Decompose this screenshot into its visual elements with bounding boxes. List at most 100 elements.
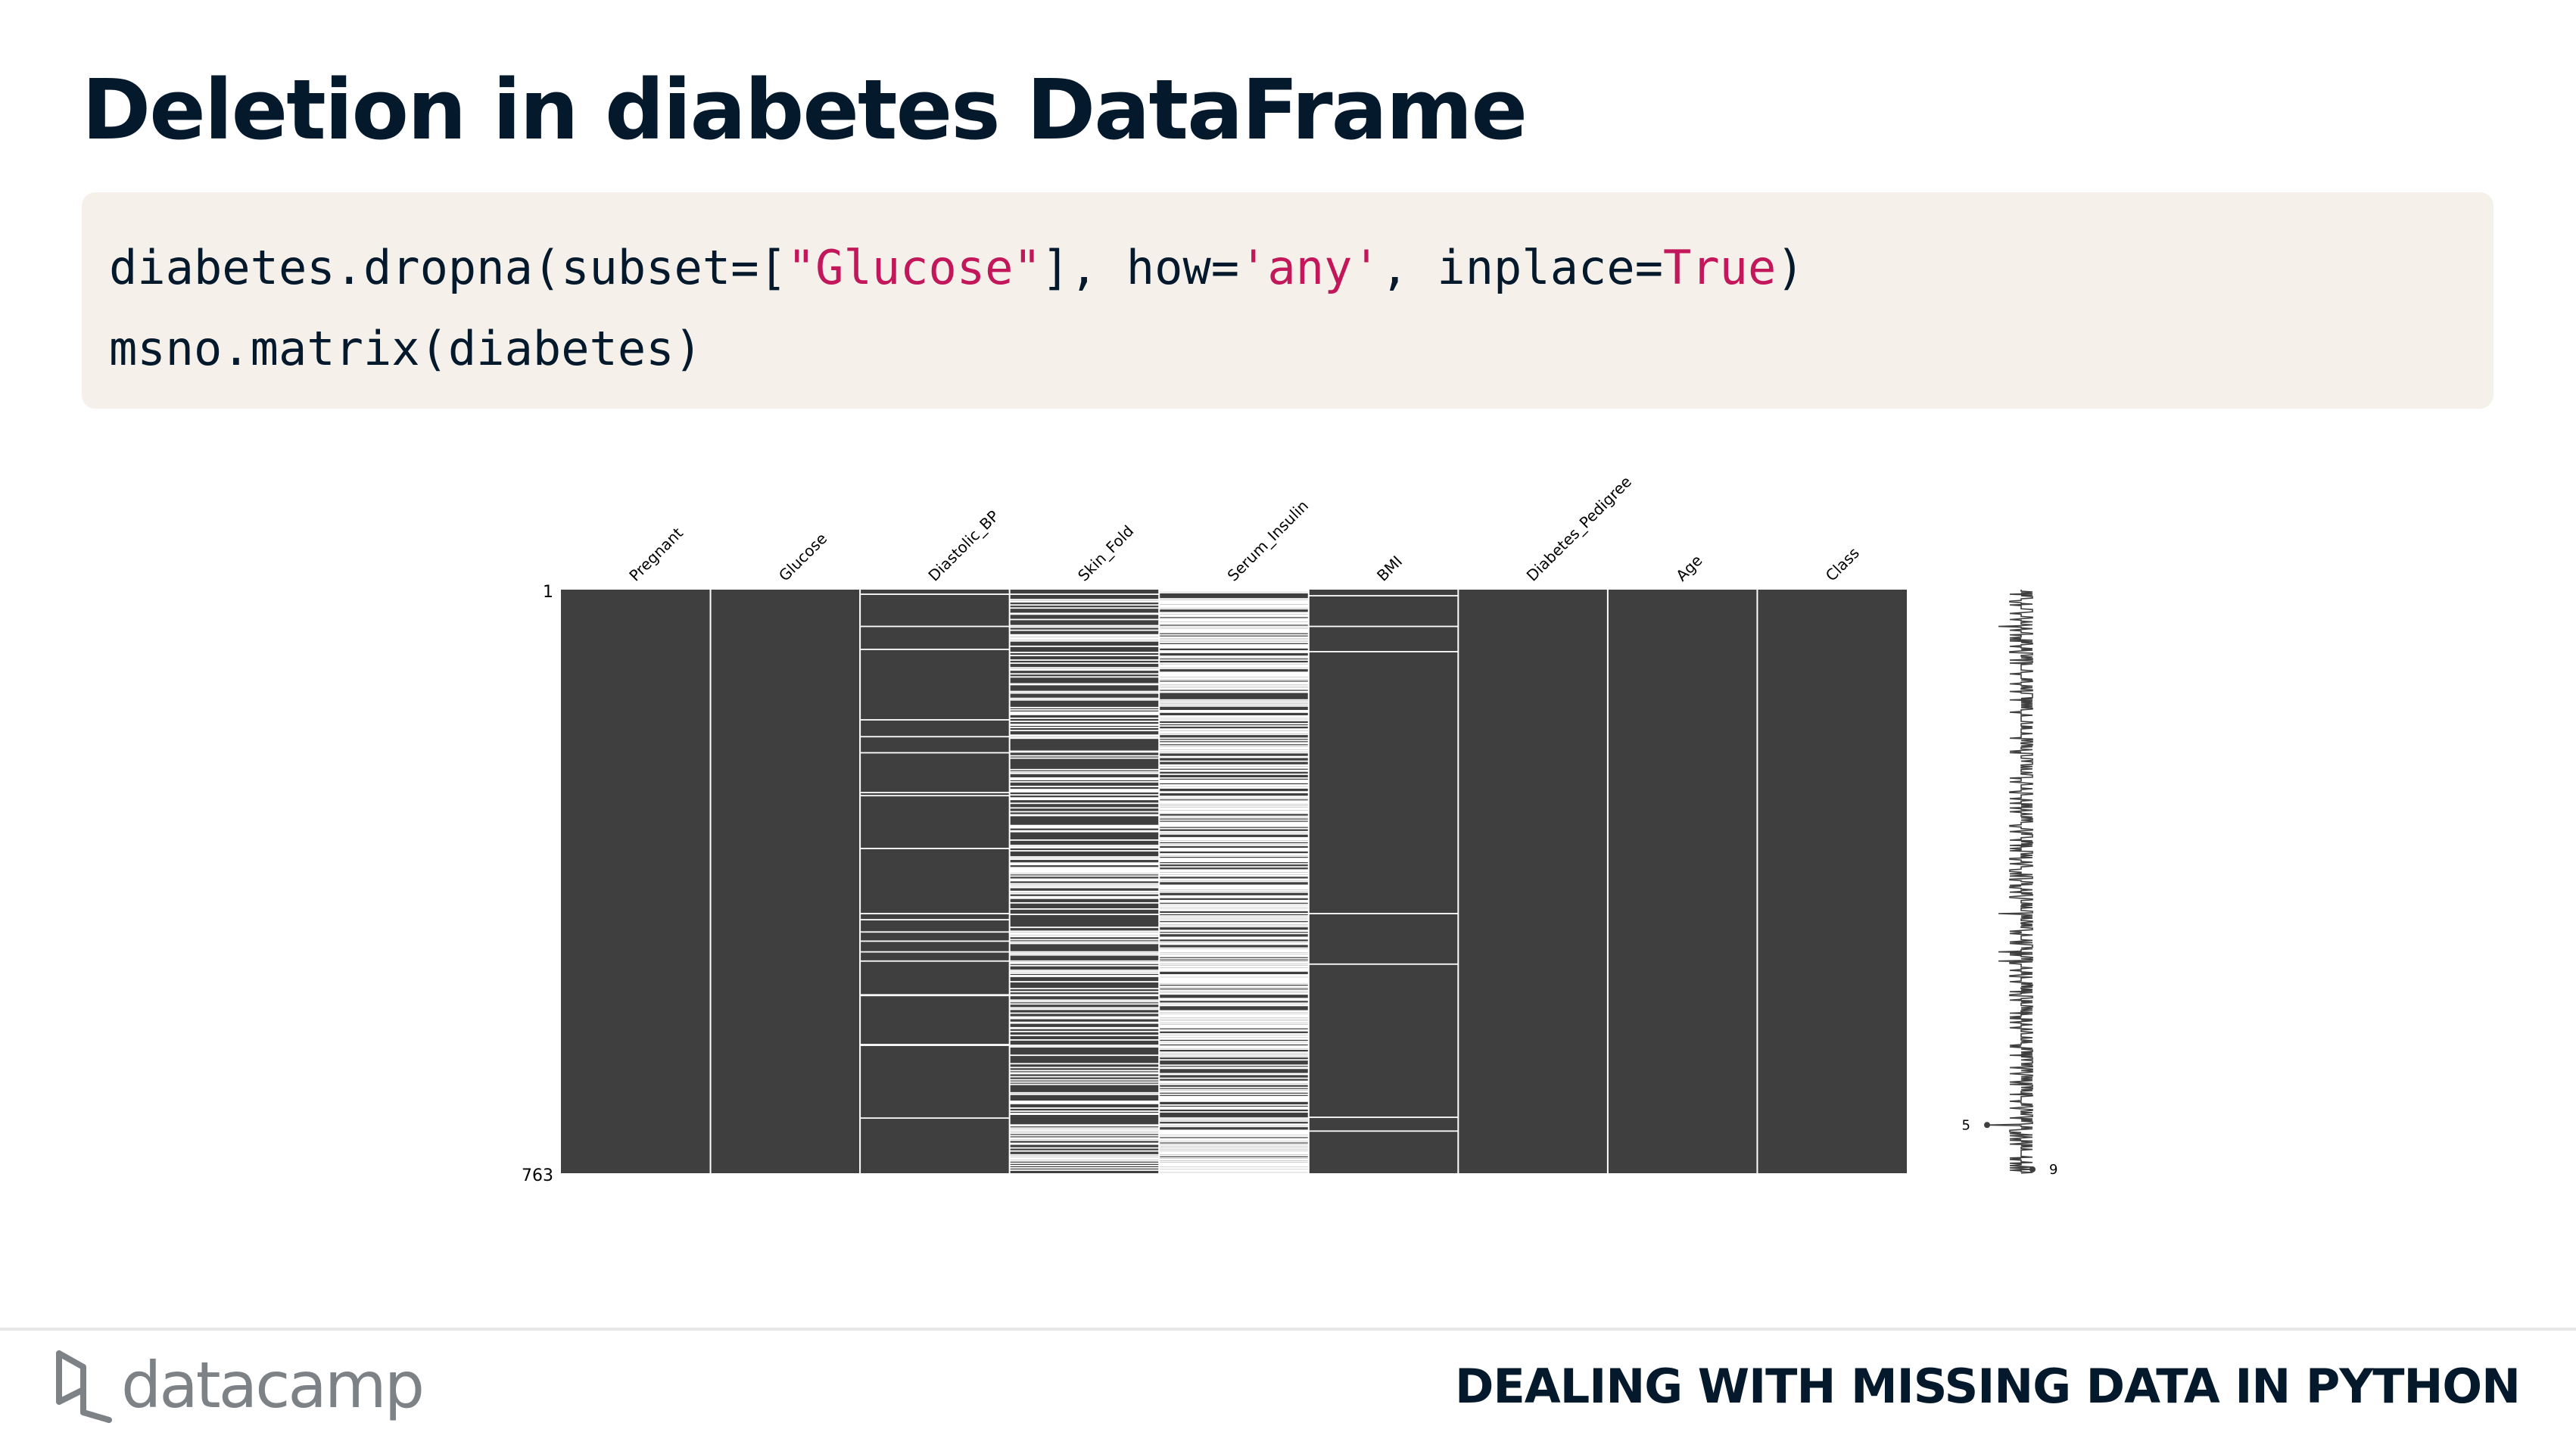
matrix-missing-line — [1159, 717, 1309, 718]
matrix-missing-line — [1009, 962, 1160, 964]
matrix-missing-line — [1009, 1034, 1160, 1036]
matrix-missing-line — [1159, 908, 1309, 909]
matrix-missing-line — [1159, 833, 1309, 835]
matrix-missing-line — [1159, 951, 1309, 953]
matrix-missing-line — [1159, 1172, 1309, 1174]
matrix-missing-line — [1009, 814, 1160, 817]
matrix-missing-line — [1159, 1086, 1309, 1088]
matrix-missing-line — [860, 795, 1010, 797]
matrix-missing-line — [1159, 679, 1309, 681]
matrix-missing-line — [1159, 1159, 1309, 1161]
matrix-missing-line — [1159, 840, 1309, 842]
matrix-missing-line — [1159, 615, 1309, 618]
matrix-missing-line — [1159, 1143, 1309, 1145]
matrix-missing-line — [1159, 770, 1309, 772]
matrix-missing-line — [1159, 957, 1309, 960]
matrix-missing-line — [1159, 1091, 1309, 1093]
matrix-missing-line — [1159, 1126, 1309, 1128]
matrix-missing-line — [1159, 1135, 1309, 1138]
matrix-missing-line — [1009, 673, 1160, 675]
matrix-missing-line — [1159, 1043, 1309, 1045]
matrix-missing-line — [1009, 613, 1160, 615]
matrix-missing-line — [1009, 1045, 1160, 1046]
matrix-missing-line — [1009, 1001, 1160, 1003]
matrix-missing-line — [1009, 973, 1160, 974]
sparkline-min-label: 5 — [1962, 1117, 1970, 1133]
matrix-missing-line — [1009, 1008, 1160, 1010]
matrix-missing-line — [1159, 802, 1309, 805]
matrix-missing-line — [1159, 641, 1309, 643]
matrix-missing-line — [1159, 863, 1309, 865]
matrix-missing-line — [860, 792, 1010, 794]
matrix-missing-line — [1009, 960, 1160, 962]
matrix-missing-line — [1009, 830, 1160, 833]
matrix-missing-line — [1159, 976, 1309, 977]
matrix-missing-line — [1159, 1053, 1309, 1055]
matrix-missing-line — [1009, 772, 1160, 774]
matrix-missing-line — [1009, 626, 1160, 628]
matrix-missing-line — [860, 919, 1010, 920]
matrix-missing-line — [1009, 930, 1160, 933]
matrix-missing-line — [860, 960, 1010, 962]
matrix-missing-line — [1159, 1119, 1309, 1121]
matrix-missing-line — [1009, 604, 1160, 606]
matrix-missing-line — [1159, 962, 1309, 964]
matrix-missing-line — [1159, 870, 1309, 873]
matrix-missing-line — [1159, 1141, 1309, 1143]
matrix-missing-line — [1009, 1054, 1160, 1057]
matrix-missing-line — [1159, 598, 1309, 600]
matrix-missing-line — [1009, 659, 1160, 661]
matrix-missing-line — [1009, 1066, 1160, 1069]
matrix-missing-line — [1009, 1139, 1160, 1141]
matrix-missing-line — [1009, 1132, 1160, 1135]
matrix-missing-line — [1009, 768, 1160, 771]
matrix-missing-line — [1159, 831, 1309, 833]
matrix-missing-line — [1009, 697, 1160, 699]
matrix-missing-line — [860, 736, 1010, 738]
matrix-missing-line — [1159, 1010, 1309, 1013]
matrix-missing-line — [1159, 891, 1309, 893]
matrix-missing-line — [1159, 861, 1309, 863]
matrix-missing-line — [1159, 638, 1309, 640]
matrix-missing-line — [1009, 1073, 1160, 1075]
matrix-missing-line — [1009, 850, 1160, 852]
matrix-missing-line — [1159, 773, 1309, 775]
matrix-missing-line — [1009, 652, 1160, 653]
matrix-missing-line — [1009, 988, 1160, 990]
matrix-missing-line — [1009, 714, 1160, 715]
matrix-missing-line — [1159, 1035, 1309, 1038]
matrix-missing-line — [1159, 752, 1309, 754]
matrix-missing-line — [1159, 918, 1309, 920]
matrix-missing-line — [1009, 886, 1160, 889]
matrix-missing-line — [1009, 640, 1160, 642]
matrix-missing-line — [1009, 1110, 1160, 1112]
matrix-missing-line — [1159, 933, 1309, 935]
matrix-missing-line — [1009, 976, 1160, 977]
matrix-missing-line — [1159, 1016, 1309, 1018]
matrix-missing-line — [1159, 993, 1309, 995]
matrix-missing-line — [1159, 1139, 1309, 1141]
matrix-missing-line — [1159, 782, 1309, 783]
matrix-missing-line — [1009, 939, 1160, 941]
matrix-missing-line — [1159, 964, 1309, 966]
sparkline-max-marker — [2029, 1166, 2036, 1172]
matrix-missing-line — [1009, 1143, 1160, 1145]
matrix-missing-line — [1009, 699, 1160, 701]
matrix-missing-line — [1009, 1017, 1160, 1020]
matrix-missing-line — [860, 752, 1010, 754]
matrix-missing-line — [1009, 718, 1160, 719]
matrix-missing-line — [1159, 634, 1309, 636]
column-label-skin_fold: Skin_Fold — [1074, 522, 1137, 584]
matrix-missing-line — [1009, 936, 1160, 938]
matrix-missing-line — [860, 848, 1010, 849]
matrix-missing-line — [1159, 1088, 1309, 1091]
matrix-column-age — [1607, 590, 1758, 1173]
matrix-missing-line — [1009, 1046, 1160, 1048]
matrix-missing-line — [1009, 1093, 1160, 1095]
matrix-missing-line — [1009, 1160, 1160, 1162]
matrix-missing-line — [1159, 1029, 1309, 1032]
matrix-missing-line — [1159, 843, 1309, 845]
matrix-missing-line — [1009, 1107, 1160, 1109]
matrix-missing-line — [1159, 1154, 1309, 1157]
matrix-missing-line — [1159, 655, 1309, 657]
